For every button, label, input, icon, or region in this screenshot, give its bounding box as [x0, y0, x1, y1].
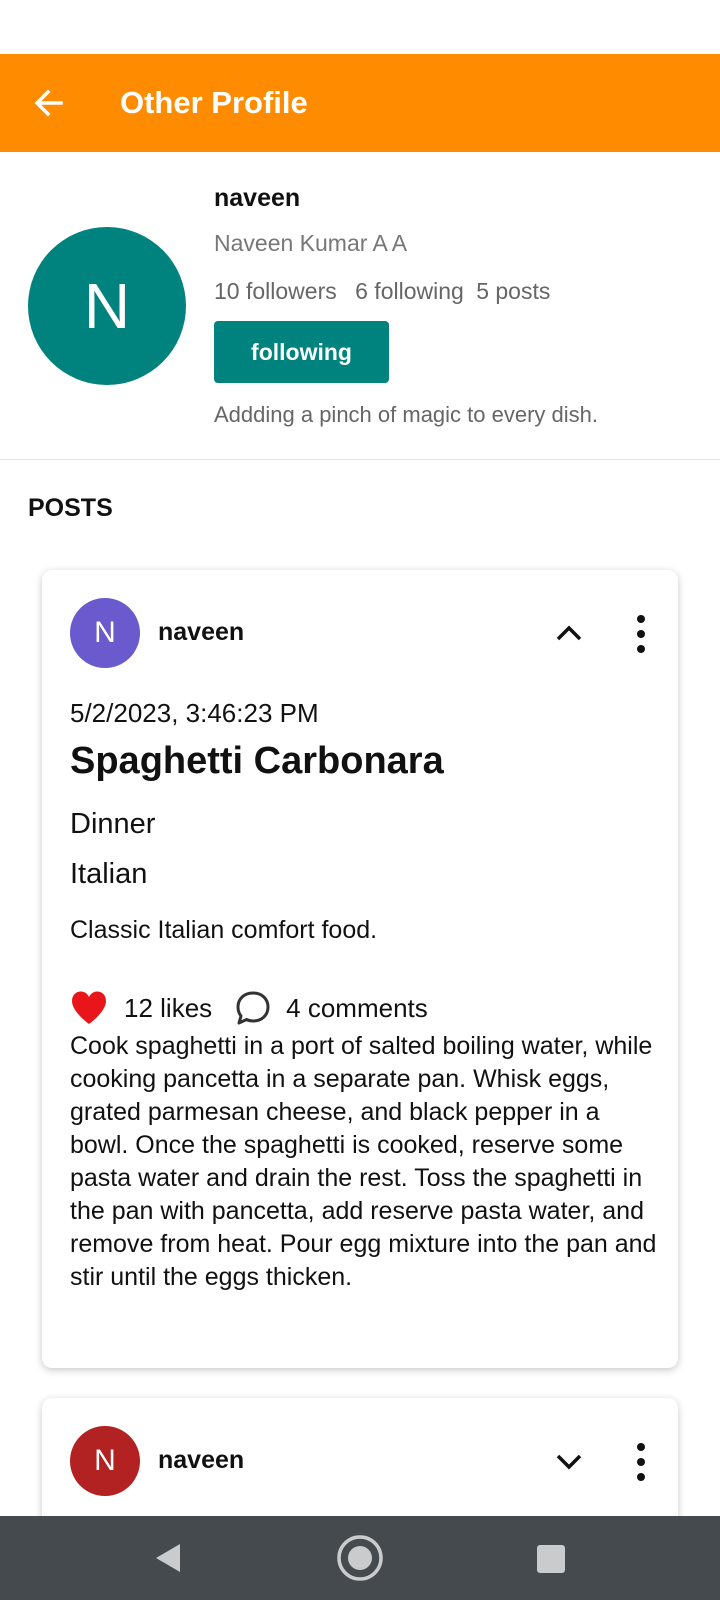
post-description: Classic Italian comfort food.: [70, 916, 378, 944]
comments-count[interactable]: 4 comments: [286, 993, 428, 1024]
post-cuisine: Italian: [70, 858, 148, 890]
arrow-left-icon: [34, 89, 63, 117]
square-recents-icon[interactable]: [537, 1545, 565, 1573]
system-nav-bar: [0, 1516, 720, 1600]
post-avatar[interactable]: N: [70, 1426, 140, 1496]
back-button[interactable]: [24, 78, 74, 128]
avatar: N: [28, 227, 186, 385]
comment-icon[interactable]: [234, 989, 272, 1027]
profile-full-name: Naveen Kumar A A: [214, 230, 408, 256]
profile-stats: 10 followers 6 following 5 posts: [214, 278, 550, 305]
profile-username: naveen: [214, 184, 301, 212]
profile-bio: Addding a pinch of magic to every dish.: [214, 402, 599, 427]
app-bar: Other Profile: [0, 54, 720, 152]
chevron-down-icon[interactable]: [552, 1444, 586, 1478]
likes-count: 12 likes: [124, 992, 213, 1023]
post-username[interactable]: naveen: [158, 1446, 244, 1475]
heart-icon[interactable]: [70, 990, 108, 1026]
posts-count: 5 posts: [476, 278, 551, 304]
post-date: 5/2/2023, 3:46:23 PM: [70, 698, 319, 728]
follow-button[interactable]: following: [214, 321, 389, 383]
following-count[interactable]: 6 following: [355, 278, 464, 304]
followers-count[interactable]: 10 followers: [214, 278, 337, 304]
post-title: Spaghetti Carbonara: [70, 740, 444, 782]
chevron-up-icon[interactable]: [552, 616, 586, 650]
post-username[interactable]: naveen: [158, 618, 244, 647]
profile-header: N naveen Naveen Kumar A A 10 followers 6…: [0, 152, 720, 460]
more-vertical-icon[interactable]: [634, 614, 648, 654]
page-title: Other Profile: [120, 85, 308, 120]
circle-home-icon[interactable]: [336, 1534, 384, 1582]
post-avatar[interactable]: N: [70, 598, 140, 668]
post-card: N naveen 5/2/2023, 3:46:23 PM Spaghetti …: [42, 570, 678, 1368]
triangle-back-icon[interactable]: [150, 1540, 184, 1576]
more-vertical-icon[interactable]: [634, 1442, 648, 1482]
posts-heading: POSTS: [28, 494, 113, 522]
post-actions: 12 likes 4 comments: [70, 988, 428, 1028]
post-recipe: Cook spaghetti in a port of salted boili…: [70, 1032, 657, 1291]
status-bar: [0, 0, 720, 54]
post-meal-type: Dinner: [70, 808, 156, 840]
